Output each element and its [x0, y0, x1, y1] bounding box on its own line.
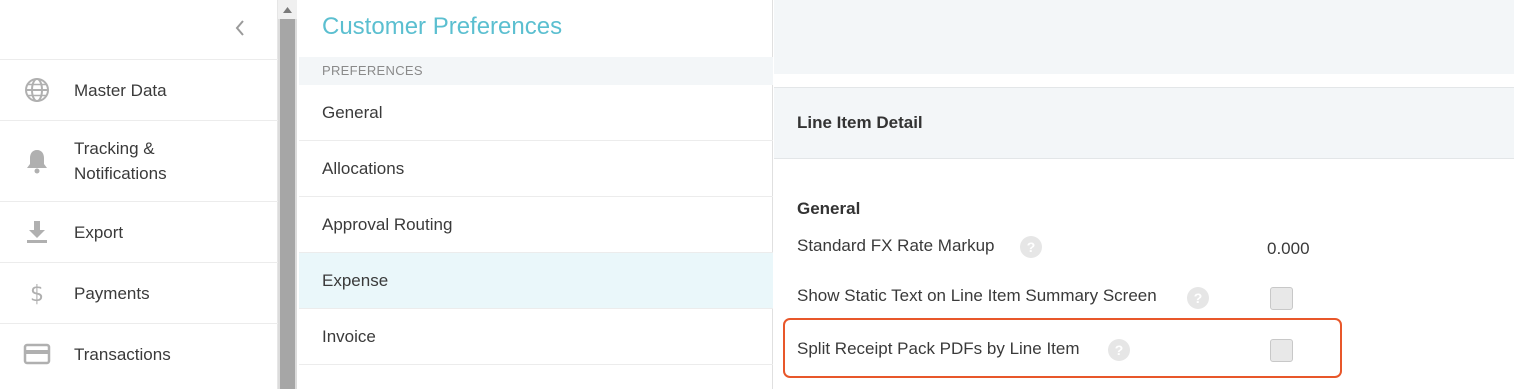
credit-card-icon — [0, 343, 74, 365]
sidebar-scrollbar[interactable] — [278, 0, 297, 389]
detail-header: Line Item Detail — [774, 87, 1514, 159]
detail-title: Line Item Detail — [797, 113, 923, 132]
sidebar-item-master-data[interactable]: Master Data — [0, 59, 278, 120]
show-static-text-checkbox[interactable] — [1270, 287, 1293, 310]
globe-icon — [0, 77, 74, 103]
preference-item-expense[interactable]: Expense — [299, 253, 773, 309]
sidebar: Master Data Tracking & Notifications Exp… — [0, 0, 278, 389]
scrollbar-thumb[interactable] — [280, 19, 295, 389]
detail-panel: Line Item Detail General Standard FX Rat… — [774, 0, 1514, 389]
preference-item-allocations[interactable]: Allocations — [299, 141, 773, 197]
fx-rate-markup-value: 0.000 — [1267, 239, 1310, 258]
highlight-box — [783, 318, 1342, 378]
sidebar-item-export[interactable]: Export — [0, 201, 278, 262]
preference-item-approval-routing[interactable]: Approval Routing — [299, 197, 773, 253]
group-title: General — [797, 199, 861, 218]
scroll-up-arrow-icon[interactable] — [278, 0, 297, 19]
preferences-list: General Allocations Approval Routing Exp… — [299, 85, 773, 365]
preference-item-general[interactable]: General — [299, 85, 773, 141]
section-header: PREFERENCES — [299, 57, 773, 85]
page-title: Customer Preferences — [322, 13, 563, 40]
svg-text:$: $ — [30, 282, 44, 306]
detail-top-bar — [774, 0, 1514, 74]
sidebar-nav: Master Data Tracking & Notifications Exp… — [0, 59, 278, 384]
sidebar-item-payments[interactable]: $ Payments — [0, 262, 278, 323]
download-icon — [0, 220, 74, 244]
sidebar-item-label: Transactions — [74, 344, 171, 364]
sidebar-item-label: Payments — [74, 283, 150, 303]
help-icon[interactable]: ? — [1187, 287, 1209, 309]
sidebar-item-label: Tracking & Notifications — [74, 139, 167, 183]
sidebar-item-label: Export — [74, 222, 124, 242]
chevron-left-icon — [235, 20, 244, 36]
bell-icon — [0, 148, 74, 174]
sidebar-item-tracking-notifications[interactable]: Tracking & Notifications — [0, 120, 278, 201]
sidebar-item-transactions[interactable]: Transactions — [0, 323, 278, 384]
collapse-sidebar-button[interactable] — [228, 16, 252, 40]
setting-row-fx-rate-markup: Standard FX Rate Markup ? 0.000 — [797, 234, 1497, 274]
preferences-panel: Customer Preferences PREFERENCES General… — [299, 0, 773, 389]
preference-item-invoice[interactable]: Invoice — [299, 309, 773, 365]
dollar-icon: $ — [0, 280, 74, 306]
help-icon[interactable]: ? — [1020, 236, 1042, 258]
setting-label: Standard FX Rate Markup — [797, 236, 995, 255]
sidebar-item-label: Master Data — [74, 80, 167, 100]
setting-label: Show Static Text on Line Item Summary Sc… — [797, 286, 1157, 305]
